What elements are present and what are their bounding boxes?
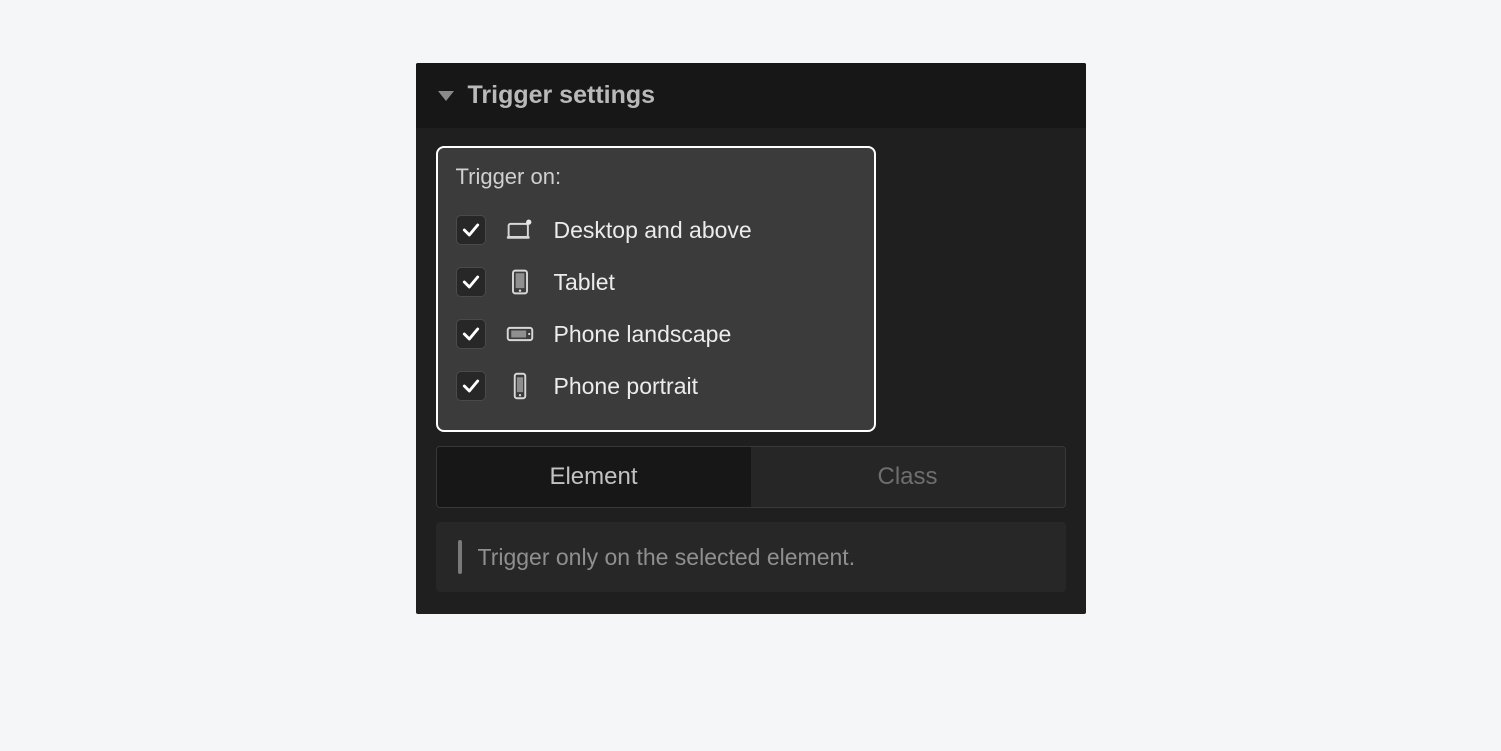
panel-title: Trigger settings: [468, 81, 656, 110]
checkbox-phone-portrait[interactable]: [456, 371, 486, 401]
target-tabs: Element Class: [436, 446, 1066, 508]
trigger-option-label: Desktop and above: [554, 217, 752, 244]
checkbox-tablet[interactable]: [456, 267, 486, 297]
check-icon: [461, 220, 481, 240]
trigger-option-label: Phone landscape: [554, 321, 732, 348]
check-icon: [461, 324, 481, 344]
trigger-settings-panel: Trigger settings Trigger on: Desktop and…: [416, 63, 1086, 614]
help-accent-bar: [458, 540, 462, 574]
trigger-on-label: Trigger on:: [456, 164, 856, 190]
tablet-icon: [504, 266, 536, 298]
trigger-option-phone-landscape: Phone landscape: [456, 308, 856, 360]
trigger-option-phone-portrait: Phone portrait: [456, 360, 856, 412]
trigger-option-tablet: Tablet: [456, 256, 856, 308]
tab-element[interactable]: Element: [437, 447, 751, 507]
trigger-option-label: Tablet: [554, 269, 615, 296]
checkbox-phone-landscape[interactable]: [456, 319, 486, 349]
collapse-caret-icon: [438, 91, 454, 101]
desktop-icon: [504, 214, 536, 246]
phone-portrait-icon: [504, 370, 536, 402]
tab-class[interactable]: Class: [751, 447, 1065, 507]
trigger-option-desktop: Desktop and above: [456, 204, 856, 256]
phone-landscape-icon: [504, 318, 536, 350]
check-icon: [461, 376, 481, 396]
panel-header[interactable]: Trigger settings: [416, 63, 1086, 128]
check-icon: [461, 272, 481, 292]
help-box: Trigger only on the selected element.: [436, 522, 1066, 592]
trigger-option-label: Phone portrait: [554, 373, 698, 400]
checkbox-desktop[interactable]: [456, 215, 486, 245]
help-text: Trigger only on the selected element.: [478, 544, 856, 571]
panel-body: Trigger on: Desktop and above: [416, 128, 1086, 614]
trigger-on-box: Trigger on: Desktop and above: [436, 146, 876, 432]
